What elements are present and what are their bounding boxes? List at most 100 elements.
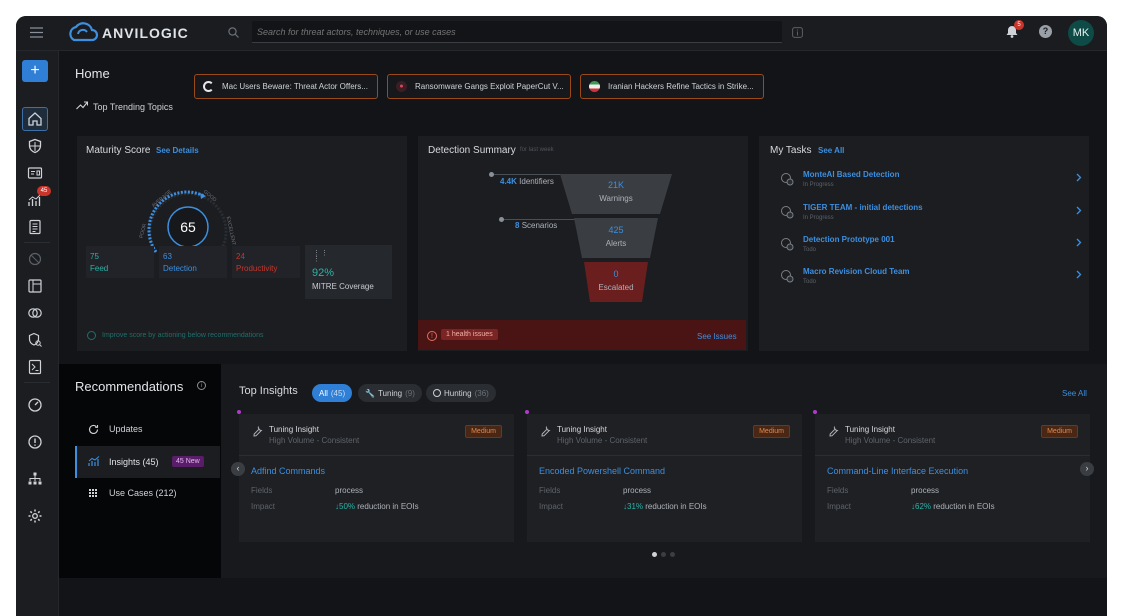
search-input[interactable] xyxy=(252,21,782,43)
chevron-right-icon[interactable] xyxy=(1076,238,1082,247)
rec-menu-updates[interactable]: Updates xyxy=(75,420,220,440)
search-icon xyxy=(228,27,239,38)
card-name[interactable]: Command-Line Interface Execution xyxy=(827,466,968,476)
maturity-hint[interactable]: Improve score by actioning below recomme… xyxy=(102,332,263,339)
insights-see-all[interactable]: See All xyxy=(1062,389,1087,398)
stat-value: 75 xyxy=(90,252,99,261)
fields-value: process xyxy=(623,486,652,495)
task-item[interactable]: MonteAI Based Detection In Progress xyxy=(778,170,1088,198)
carousel-prev-button[interactable]: ‹ xyxy=(231,462,245,476)
carousel-dot[interactable] xyxy=(661,552,666,557)
chevron-right-icon[interactable] xyxy=(1076,270,1082,279)
maturity-title: Maturity Score xyxy=(86,145,151,156)
gear-icon[interactable] xyxy=(24,505,46,527)
rec-menu-label: Updates xyxy=(109,424,143,434)
carousel-dot-active[interactable] xyxy=(652,552,657,557)
logo-icon[interactable] xyxy=(66,22,100,44)
stat-productivity[interactable]: 24 Productivity xyxy=(232,246,300,278)
sidebar: + 45 xyxy=(16,51,59,616)
impact-pct: 62% xyxy=(915,502,932,511)
carousel-dot[interactable] xyxy=(670,552,675,557)
user-avatar[interactable]: MK xyxy=(1068,20,1094,46)
trending-topic-3[interactable]: Iranian Hackers Refine Tactics in Strike… xyxy=(580,74,764,99)
info-circle-icon xyxy=(87,331,96,340)
severity-badge: Medium xyxy=(753,425,790,438)
card-name[interactable]: Encoded Powershell Command xyxy=(539,466,665,476)
search-info-icon[interactable] xyxy=(792,27,803,38)
task-status: In Progress xyxy=(803,182,834,188)
fields-label: Fields xyxy=(251,486,273,495)
card-name[interactable]: Adfind Commands xyxy=(251,466,325,476)
shield-icon[interactable] xyxy=(24,135,46,157)
document-icon[interactable] xyxy=(24,216,46,238)
trending-topic-2[interactable]: ● Ransomware Gangs Exploit PaperCut V... xyxy=(387,74,571,99)
hierarchy-icon[interactable] xyxy=(24,468,46,490)
terminal-icon[interactable] xyxy=(24,356,46,378)
search-shield-icon[interactable] xyxy=(24,329,46,351)
stat-label: Detection xyxy=(163,264,197,273)
alert-icon[interactable] xyxy=(24,431,46,453)
add-button[interactable]: + xyxy=(22,60,48,82)
see-details-link[interactable]: See Details xyxy=(156,146,199,155)
maturity-score: 65 xyxy=(180,219,196,235)
warnings-value: 21K xyxy=(607,180,624,190)
insights-chart-icon xyxy=(88,456,100,466)
filter-hunting[interactable]: Hunting (36) xyxy=(426,384,496,402)
id-card-icon[interactable] xyxy=(24,162,46,184)
task-item[interactable]: TIGER TEAM - initial detections In Progr… xyxy=(778,203,1088,231)
block-icon[interactable] xyxy=(24,248,46,270)
chevron-right-icon[interactable] xyxy=(1076,173,1082,182)
insight-card[interactable]: Tuning Insight High Volume - Consistent … xyxy=(525,410,802,542)
tasks-see-all[interactable]: See All xyxy=(818,146,844,155)
layout-icon[interactable] xyxy=(24,275,46,297)
chevron-right-icon[interactable] xyxy=(1076,206,1082,215)
new-badge: 45 New xyxy=(172,456,204,467)
stat-label: Feed xyxy=(90,264,109,273)
gauge-icon[interactable] xyxy=(24,394,46,416)
impact-label: Impact xyxy=(827,502,852,511)
insight-card[interactable]: Tuning Insight High Volume - Consistent … xyxy=(813,410,1090,542)
top-bar: ANVILOGIC 5 ? MK xyxy=(16,16,1107,51)
card-dot xyxy=(237,410,241,414)
task-name: Detection Prototype 001 xyxy=(803,235,895,244)
task-status: Todo xyxy=(803,279,817,285)
sidebar-divider xyxy=(24,242,50,243)
rec-menu-usecases[interactable]: Use Cases (212) xyxy=(75,484,220,504)
rec-menu-insights[interactable]: Insights (45) 45 New xyxy=(75,446,220,478)
insight-card[interactable]: Tuning Insight High Volume - Consistent … xyxy=(237,410,514,542)
info-icon[interactable]: i xyxy=(197,381,206,390)
tasks-title: My Tasks xyxy=(770,145,812,156)
help-icon[interactable]: ? xyxy=(1039,25,1052,38)
carousel-next-button[interactable]: › xyxy=(1080,462,1094,476)
refresh-icon xyxy=(88,424,99,434)
health-issues-badge[interactable]: 1 health issues xyxy=(441,329,498,340)
topic-label: Ransomware Gangs Exploit PaperCut V... xyxy=(415,82,564,91)
mitre-label: MITRE Coverage xyxy=(312,282,374,291)
trending-topic-1[interactable]: Mac Users Beware: Threat Actor Offers... xyxy=(194,74,378,99)
card-type: Tuning Insight xyxy=(557,425,607,434)
escalated-value: 0 xyxy=(613,269,619,279)
rec-menu-label: Insights (45) xyxy=(109,457,159,467)
filter-tuning[interactable]: 🔧 Tuning (9) xyxy=(358,384,422,402)
mask-icon[interactable] xyxy=(24,302,46,324)
impact-label: Impact xyxy=(251,502,276,511)
app-window: ANVILOGIC 5 ? MK + 45 xyxy=(16,16,1107,616)
filter-all[interactable]: All (45) xyxy=(312,384,353,402)
recommendations-title: Recommendations xyxy=(75,379,184,394)
filter-label: All xyxy=(319,388,328,398)
scenarios: 8 Scenarios xyxy=(515,221,557,230)
stat-feed[interactable]: 75 Feed xyxy=(86,246,154,278)
menu-icon[interactable] xyxy=(30,27,43,38)
impact-text: reduction in EOIs xyxy=(933,502,995,511)
task-item[interactable]: Detection Prototype 001 Todo xyxy=(778,235,1088,263)
home-icon[interactable] xyxy=(24,108,46,130)
task-status: Todo xyxy=(803,247,817,253)
see-issues-link[interactable]: See Issues xyxy=(697,332,737,341)
mitre-card[interactable]: ⋮⋮ ⋮ 92% MITRE Coverage xyxy=(305,245,392,299)
identifiers-dot xyxy=(489,172,494,177)
detection-title: Detection Summary xyxy=(428,145,516,156)
impact-text: reduction in EOIs xyxy=(645,502,707,511)
warnings-label: Warnings xyxy=(599,194,633,203)
stat-detection[interactable]: 63 Detection xyxy=(159,246,227,278)
task-item[interactable]: Macro Revision Cloud Team Todo xyxy=(778,267,1088,295)
